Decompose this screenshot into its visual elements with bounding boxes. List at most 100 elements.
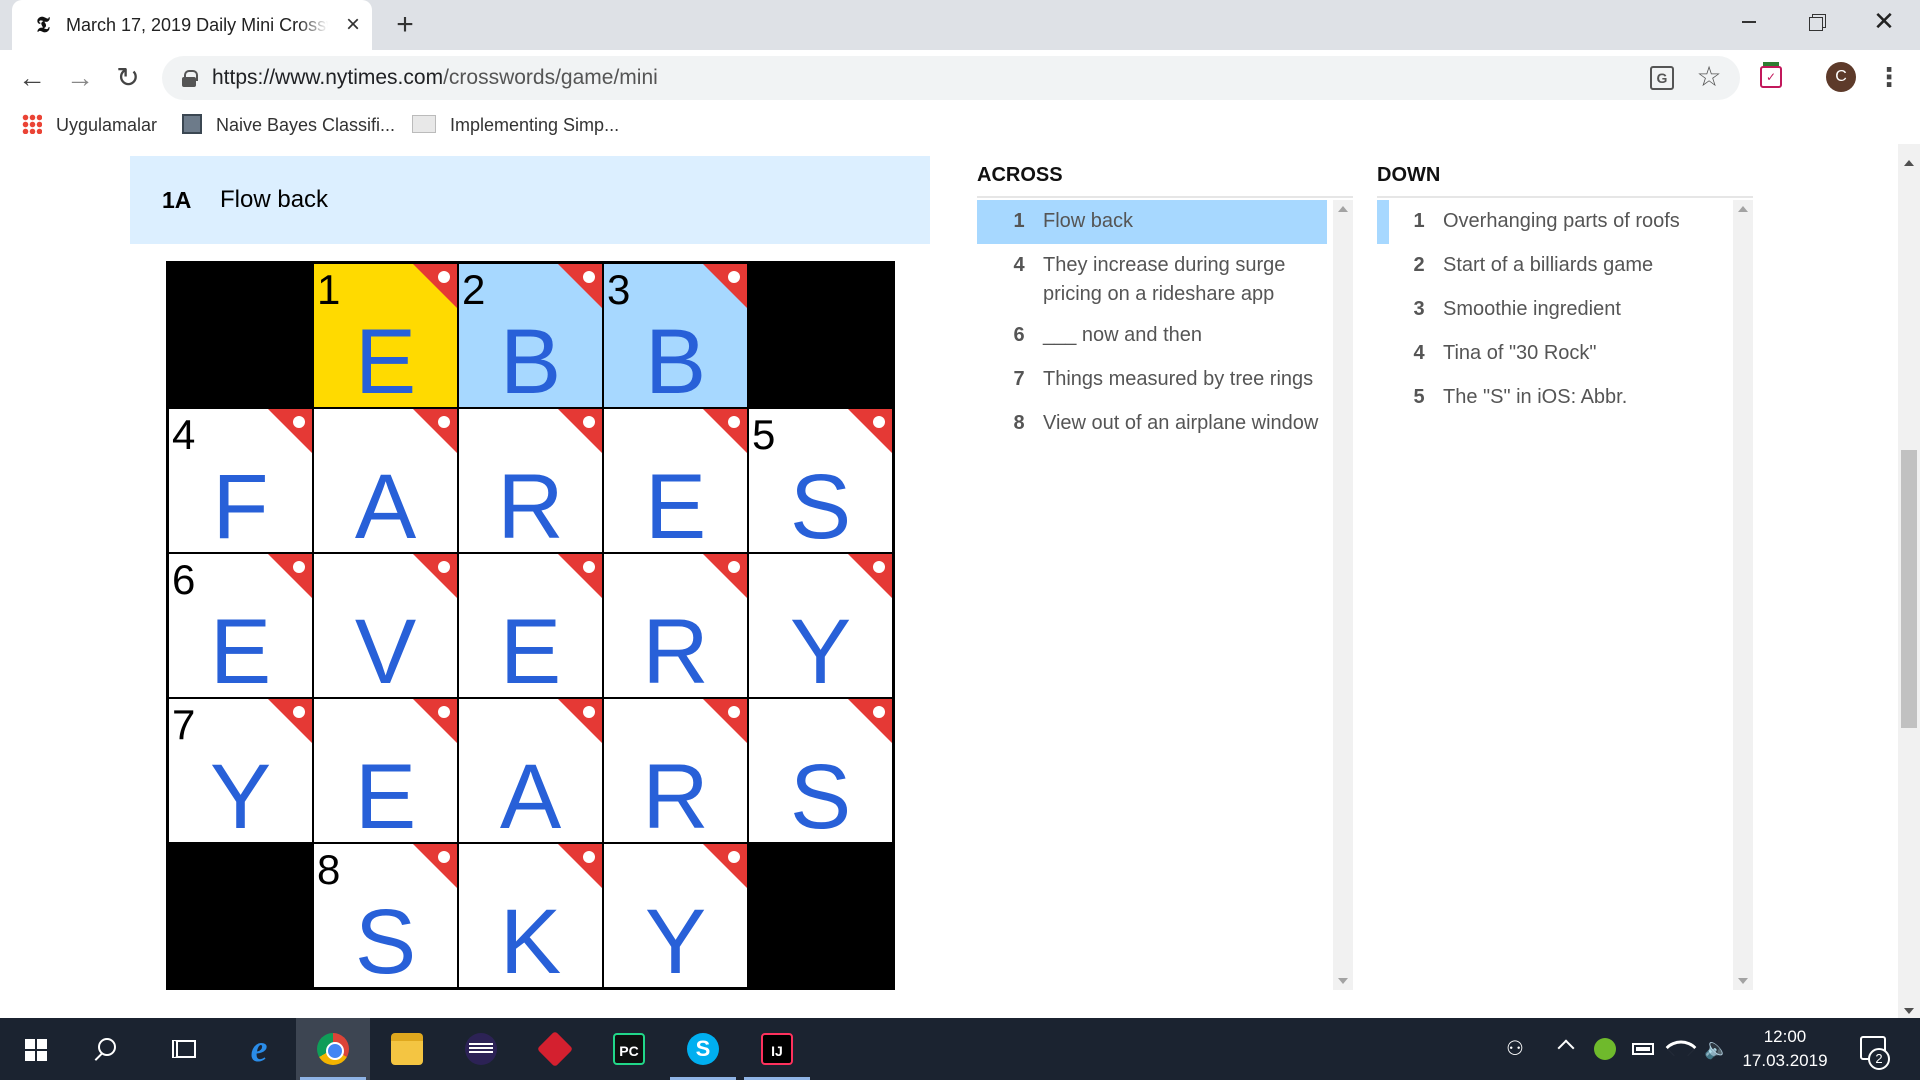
grid-cell[interactable]: R bbox=[604, 699, 747, 842]
grid-cell[interactable]: 4F bbox=[169, 409, 312, 552]
battery-icon[interactable] bbox=[1632, 1043, 1654, 1055]
crossword-board[interactable]: 1E2B3B4FARE5S6EVERY7YEARS8SKY bbox=[166, 261, 895, 990]
forward-button[interactable]: → bbox=[62, 60, 98, 96]
grid-cell[interactable]: 3B bbox=[604, 264, 747, 407]
taskbar-sourcetree[interactable] bbox=[518, 1018, 592, 1080]
scroll-down-arrow-icon[interactable] bbox=[1738, 978, 1748, 984]
grid-cell[interactable]: 7Y bbox=[169, 699, 312, 842]
bookmark-implementing[interactable]: Implementing Simp... bbox=[412, 112, 619, 138]
grid-cell[interactable]: 8S bbox=[314, 844, 457, 987]
grid-cell[interactable]: E bbox=[604, 409, 747, 552]
translate-icon[interactable]: G bbox=[1650, 66, 1674, 90]
cell-letter: A bbox=[499, 746, 562, 842]
clue-number: 5 bbox=[1413, 386, 1425, 408]
search-button[interactable] bbox=[74, 1018, 148, 1080]
down-clue-item[interactable]: 2 Start of a billiards game bbox=[1377, 244, 1727, 288]
clue-text: Overhanging parts of roofs bbox=[1443, 210, 1680, 232]
url-path: /crosswords/game/mini bbox=[443, 66, 658, 89]
url-text[interactable]: https://www.nytimes.com/crosswords/game/… bbox=[212, 66, 658, 90]
grid-cell[interactable]: K bbox=[459, 844, 602, 987]
grid-cell[interactable]: R bbox=[459, 409, 602, 552]
grid-cell[interactable]: Y bbox=[749, 554, 892, 697]
grid-cell[interactable]: R bbox=[604, 554, 747, 697]
clue-text: They increase during surge pricing on a … bbox=[1043, 254, 1286, 305]
address-bar[interactable]: https://www.nytimes.com/crosswords/game/… bbox=[162, 56, 1740, 100]
globe-icon[interactable] bbox=[1594, 1038, 1616, 1060]
browser-menu-icon[interactable]: ⋮ bbox=[1876, 62, 1902, 92]
grid-cell[interactable]: E bbox=[314, 699, 457, 842]
taskbar-file-explorer[interactable] bbox=[370, 1018, 444, 1080]
bookmark-label: Implementing Simp... bbox=[450, 115, 620, 135]
show-hidden-icons-chevron-icon[interactable] bbox=[1557, 1039, 1575, 1057]
across-clue-item[interactable]: 8 View out of an airplane window bbox=[977, 402, 1327, 446]
grid-cell[interactable]: 1E bbox=[314, 264, 457, 407]
bookmark-apps[interactable]: Uygulamalar bbox=[22, 112, 157, 138]
close-window-button[interactable]: ✕ bbox=[1864, 6, 1904, 36]
apps-grid-icon bbox=[22, 114, 42, 135]
grid-cell[interactable]: V bbox=[314, 554, 457, 697]
down-scrollbar[interactable] bbox=[1733, 200, 1753, 990]
across-clue-item[interactable]: 7 Things measured by tree rings bbox=[977, 358, 1327, 402]
task-view-button[interactable] bbox=[148, 1018, 222, 1080]
cell-number: 7 bbox=[172, 701, 196, 748]
bookmark-star-icon[interactable]: ☆ bbox=[1694, 62, 1724, 92]
eclipse-icon bbox=[465, 1033, 497, 1065]
lock-icon[interactable] bbox=[182, 70, 198, 87]
people-icon[interactable]: ⚇ bbox=[1506, 1038, 1528, 1060]
clue-text: Smoothie ingredient bbox=[1443, 298, 1621, 320]
new-tab-button[interactable]: + bbox=[390, 10, 420, 40]
across-clue-item[interactable]: 6 ___ now and then bbox=[977, 314, 1327, 358]
scroll-up-arrow-icon[interactable] bbox=[1738, 206, 1748, 212]
scroll-down-arrow-icon[interactable] bbox=[1904, 1008, 1914, 1014]
grid-cell[interactable]: 6E bbox=[169, 554, 312, 697]
clock-time[interactable]: 12:00 bbox=[1740, 1026, 1830, 1048]
grid-cell[interactable]: E bbox=[459, 554, 602, 697]
down-clue-item[interactable]: 3 Smoothie ingredient bbox=[1377, 288, 1727, 332]
taskbar-pycharm[interactable]: PC bbox=[592, 1018, 666, 1080]
clue-text: View out of an airplane window bbox=[1043, 412, 1319, 434]
down-clue-item[interactable]: 1 Overhanging parts of roofs bbox=[1377, 200, 1727, 244]
minimize-window-button[interactable] bbox=[1728, 6, 1768, 36]
page-scrollbar[interactable] bbox=[1898, 144, 1920, 1018]
profile-avatar[interactable]: C bbox=[1826, 62, 1856, 92]
restore-window-button[interactable] bbox=[1796, 6, 1836, 36]
grid-cell[interactable]: 5S bbox=[749, 409, 892, 552]
reload-button[interactable]: ↻ bbox=[110, 60, 146, 96]
edge-icon: e bbox=[250, 1028, 268, 1070]
close-tab-icon[interactable]: × bbox=[340, 12, 366, 38]
grid-cell[interactable]: S bbox=[749, 699, 892, 842]
scroll-down-arrow-icon[interactable] bbox=[1338, 978, 1348, 984]
current-clue-number: 1A bbox=[162, 187, 192, 213]
taskbar-edge[interactable]: e bbox=[222, 1018, 296, 1080]
grid-cell[interactable]: A bbox=[459, 699, 602, 842]
cell-letter: B bbox=[499, 311, 562, 407]
page-scroll-thumb[interactable] bbox=[1901, 450, 1917, 728]
clock-date[interactable]: 17.03.2019 bbox=[1740, 1050, 1830, 1072]
across-scrollbar[interactable] bbox=[1333, 200, 1353, 990]
grid-cell[interactable]: A bbox=[314, 409, 457, 552]
scroll-up-arrow-icon[interactable] bbox=[1338, 206, 1348, 212]
grid-cell[interactable]: Y bbox=[604, 844, 747, 987]
current-clue-bar[interactable]: 1A Flow back bbox=[130, 156, 930, 244]
cell-corner-dot-icon bbox=[438, 416, 450, 428]
across-clue-item[interactable]: 4 They increase during surge pricing on a… bbox=[977, 244, 1327, 314]
wifi-icon[interactable] bbox=[1665, 1031, 1697, 1063]
taskbar-intellij[interactable]: IJ bbox=[740, 1018, 814, 1080]
clue-text: Things measured by tree rings bbox=[1043, 368, 1314, 390]
browser-tab[interactable]: 𝕿 March 17, 2019 Daily Mini Crossword Pu… bbox=[12, 0, 372, 50]
cell-corner-flag-icon bbox=[413, 264, 457, 308]
start-button[interactable] bbox=[0, 1018, 74, 1080]
across-clue-item[interactable]: 1 Flow back bbox=[977, 200, 1327, 244]
bookmark-naive-bayes[interactable]: Naive Bayes Classifi... bbox=[182, 112, 395, 138]
back-button[interactable]: ← bbox=[14, 60, 50, 96]
taskbar-skype[interactable]: S bbox=[666, 1018, 740, 1080]
down-clue-item[interactable]: 4 Tina of "30 Rock" bbox=[1377, 332, 1727, 376]
taskbar-eclipse[interactable] bbox=[444, 1018, 518, 1080]
taskbar-chrome[interactable] bbox=[296, 1018, 370, 1080]
grid-cell[interactable]: 2B bbox=[459, 264, 602, 407]
volume-icon[interactable]: 🔈 bbox=[1704, 1038, 1729, 1060]
down-clue-item[interactable]: 5 The "S" in iOS: Abbr. bbox=[1377, 376, 1727, 420]
extension-icon[interactable]: ✓ bbox=[1760, 62, 1782, 88]
cell-letter: E bbox=[644, 456, 707, 552]
scroll-up-arrow-icon[interactable] bbox=[1904, 160, 1914, 166]
